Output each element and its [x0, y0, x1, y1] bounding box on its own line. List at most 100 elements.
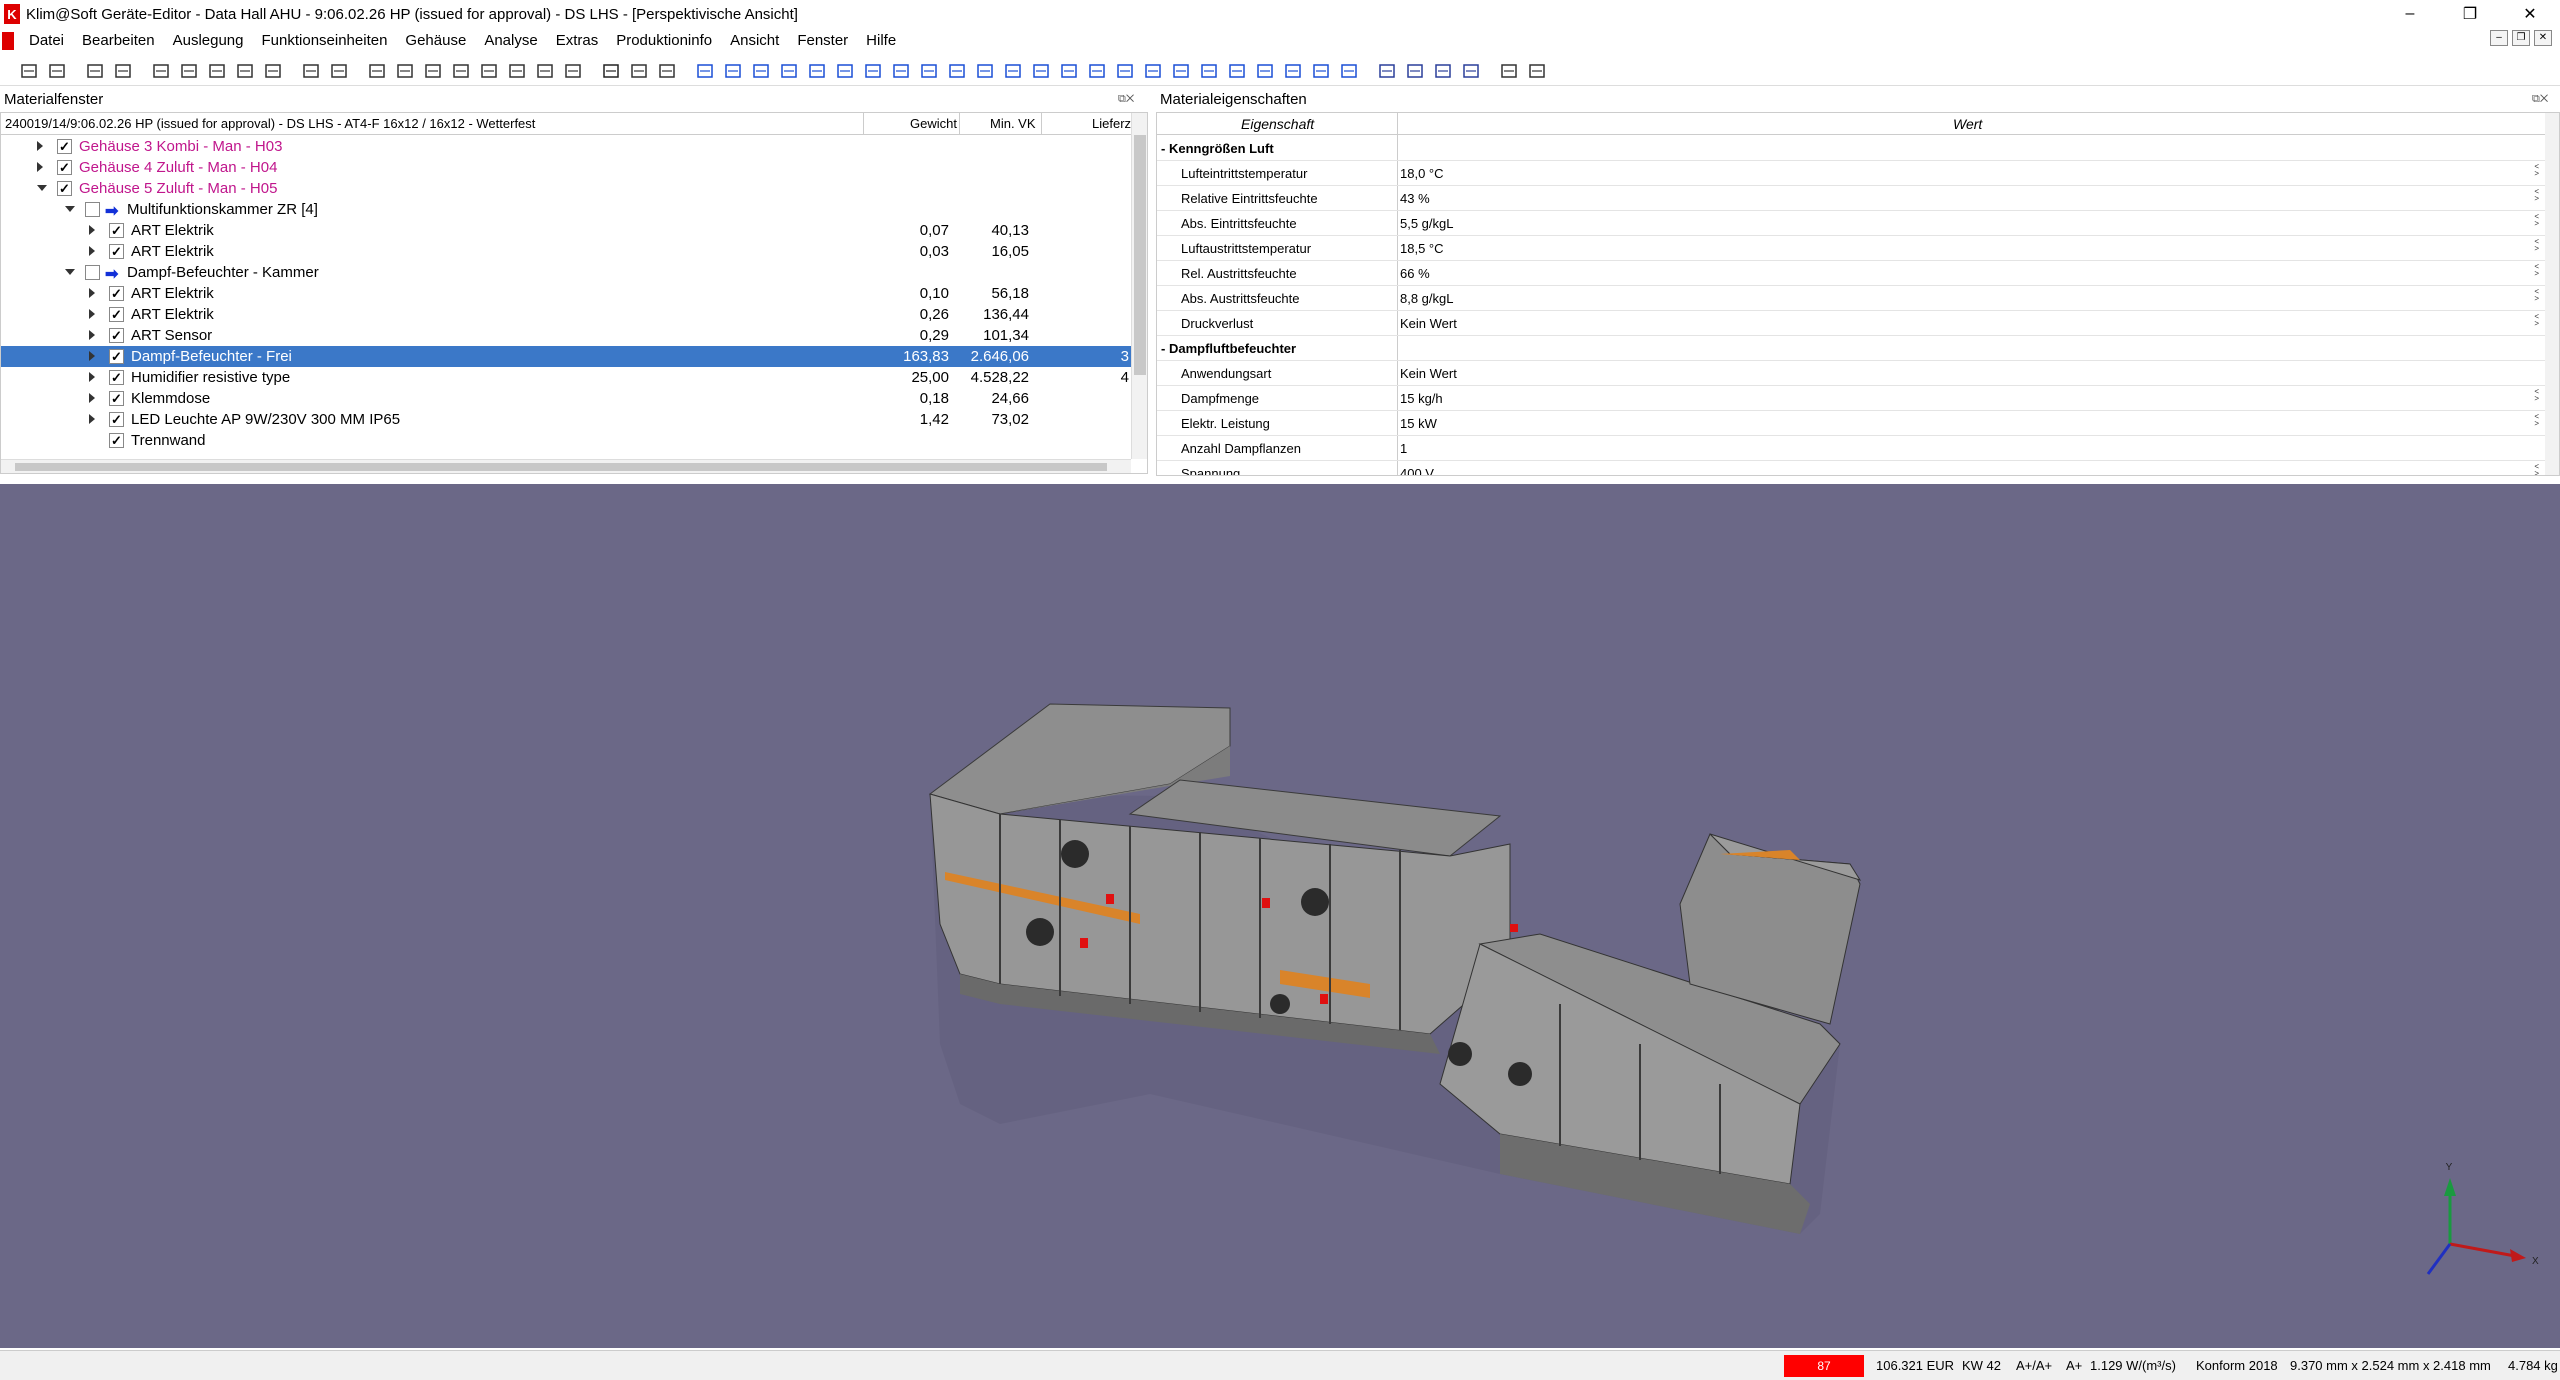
tree-row[interactable]: ✓ LED Leuchte AP 9W/230V 300 MM IP65 1,42 7… [1, 409, 1131, 430]
component-icon[interactable] [1282, 60, 1304, 82]
view-iso-icon[interactable] [234, 60, 256, 82]
box-view-1-icon[interactable] [478, 60, 500, 82]
component-icon[interactable] [1310, 60, 1332, 82]
expanded-chevron-icon[interactable] [65, 206, 75, 212]
menu-hilfe[interactable]: Hilfe [857, 28, 905, 54]
row-checkbox[interactable]: ✓ [109, 307, 124, 322]
tree-row[interactable]: ✓ ART Elektrik 0,07 40,13 [1, 220, 1131, 241]
undo-icon[interactable] [1498, 60, 1520, 82]
tree-row[interactable]: ➡ Multifunktionskammer ZR [4] [1, 199, 1131, 220]
property-value[interactable]: 8,8 g/kgL [1400, 286, 1454, 311]
scroll-thumb[interactable] [1134, 135, 1146, 375]
box-view-3-icon[interactable] [534, 60, 556, 82]
filter-icon[interactable] [328, 60, 350, 82]
tree-row[interactable]: ✓ Trennwand [1, 430, 1131, 451]
property-row[interactable]: Spannung 400 V < > [1157, 461, 2545, 476]
property-value[interactable]: 66 % [1400, 261, 1430, 286]
collapsed-chevron-icon[interactable] [37, 141, 43, 151]
component-icon[interactable] [1338, 60, 1360, 82]
component-icon[interactable] [974, 60, 996, 82]
menu-ansicht[interactable]: Ansicht [721, 28, 788, 54]
row-checkbox[interactable]: ✓ [109, 223, 124, 238]
property-value[interactable]: 5,5 g/kgL [1400, 211, 1454, 236]
component-icon[interactable] [1142, 60, 1164, 82]
tree-row[interactable]: ✓ Gehäuse 5 Zuluft - Man - H05 [1, 178, 1131, 199]
collapsed-chevron-icon[interactable] [89, 309, 95, 319]
collapsed-chevron-icon[interactable] [37, 162, 43, 172]
row-checkbox[interactable]: ✓ [109, 370, 124, 385]
property-row[interactable]: Anwendungsart Kein Wert [1157, 361, 2545, 386]
mdi-close-button[interactable]: ✕ [2534, 30, 2552, 46]
component-icon[interactable] [778, 60, 800, 82]
value-spinner-icon[interactable]: < > [2534, 413, 2539, 428]
tree-row[interactable]: ✓ ART Elektrik 0,26 136,44 [1, 304, 1131, 325]
property-value[interactable]: 15 kg/h [1400, 386, 1443, 411]
menu-extras[interactable]: Extras [547, 28, 608, 54]
property-row[interactable]: Abs. Eintrittsfeuchte 5,5 g/kgL < > [1157, 211, 2545, 236]
menu-datei[interactable]: Datei [20, 28, 73, 54]
property-value[interactable]: 18,0 °C [1400, 161, 1444, 186]
expanded-chevron-icon[interactable] [65, 269, 75, 275]
column-weight[interactable]: Gewicht [863, 113, 957, 135]
property-category[interactable]: - Dampfluftbefeuchter [1157, 336, 2545, 361]
row-checkbox[interactable] [85, 265, 100, 280]
property-value[interactable]: 400 V [1400, 461, 1434, 475]
property-value[interactable]: 1 [1400, 436, 1407, 461]
component-icon[interactable] [750, 60, 772, 82]
value-spinner-icon[interactable]: < > [2534, 188, 2539, 203]
minimize-button[interactable]: – [2380, 0, 2440, 28]
property-row[interactable]: Rel. Austrittsfeuchte 66 % < > [1157, 261, 2545, 286]
zoom-window-icon[interactable] [450, 60, 472, 82]
component-icon[interactable] [1086, 60, 1108, 82]
value-spinner-icon[interactable]: < > [2534, 463, 2539, 476]
property-value[interactable]: 15 kW [1400, 411, 1437, 436]
component-icon[interactable] [1030, 60, 1052, 82]
perspective-viewport[interactable]: Y X [0, 484, 2560, 1348]
select-arrow-icon[interactable] [18, 60, 40, 82]
component-icon[interactable] [806, 60, 828, 82]
view-side-icon[interactable] [178, 60, 200, 82]
collapse-minus-icon[interactable]: - [1161, 341, 1169, 356]
collapsed-chevron-icon[interactable] [89, 351, 95, 361]
property-row[interactable]: Luftaustrittstemperatur 18,5 °C < > [1157, 236, 2545, 261]
settings-icon[interactable] [300, 60, 322, 82]
expanded-chevron-icon[interactable] [37, 185, 47, 191]
collapsed-chevron-icon[interactable] [89, 393, 95, 403]
module-icon[interactable] [1404, 60, 1426, 82]
box-view-2-icon[interactable] [506, 60, 528, 82]
save-icon[interactable] [84, 60, 106, 82]
collapsed-chevron-icon[interactable] [89, 330, 95, 340]
property-row[interactable]: Lufteintrittstemperatur 18,0 °C < > [1157, 161, 2545, 186]
ahu-3d-model[interactable]: Y X [0, 484, 2560, 1348]
row-checkbox[interactable]: ✓ [109, 433, 124, 448]
tree-row[interactable]: ✓ ART Elektrik 0,10 56,18 [1, 283, 1131, 304]
tree-row[interactable]: ✓ ART Sensor 0,29 101,34 [1, 325, 1131, 346]
view-front-icon[interactable] [150, 60, 172, 82]
mdi-minimize-button[interactable]: – [2490, 30, 2508, 46]
component-icon[interactable] [1254, 60, 1276, 82]
component-icon[interactable] [1198, 60, 1220, 82]
tree-row[interactable]: ➡ Dampf-Befeuchter - Kammer [1, 262, 1131, 283]
value-spinner-icon[interactable]: < > [2534, 388, 2539, 403]
value-spinner-icon[interactable]: < > [2534, 163, 2539, 178]
row-checkbox[interactable]: ✓ [109, 349, 124, 364]
component-icon[interactable] [1170, 60, 1192, 82]
component-icon[interactable] [1058, 60, 1080, 82]
property-row[interactable]: Relative Eintrittsfeuchte 43 % < > [1157, 186, 2545, 211]
collapsed-chevron-icon[interactable] [89, 225, 95, 235]
view-top-icon[interactable] [206, 60, 228, 82]
property-value[interactable]: Kein Wert [1400, 361, 1457, 386]
select-box-icon[interactable] [46, 60, 68, 82]
value-spinner-icon[interactable]: < > [2534, 313, 2539, 328]
value-spinner-icon[interactable]: < > [2534, 263, 2539, 278]
menu-funktionseinheiten[interactable]: Funktionseinheiten [253, 28, 397, 54]
property-row[interactable]: Abs. Austrittsfeuchte 8,8 g/kgL < > [1157, 286, 2545, 311]
component-icon[interactable] [694, 60, 716, 82]
menu-analyse[interactable]: Analyse [475, 28, 546, 54]
menu-produktioninfo[interactable]: Produktioninfo [607, 28, 721, 54]
row-checkbox[interactable]: ✓ [109, 244, 124, 259]
module-icon[interactable] [1432, 60, 1454, 82]
tree-vertical-scrollbar[interactable] [1131, 113, 1147, 459]
property-row[interactable]: Druckverlust Kein Wert < > [1157, 311, 2545, 336]
row-checkbox[interactable]: ✓ [109, 412, 124, 427]
